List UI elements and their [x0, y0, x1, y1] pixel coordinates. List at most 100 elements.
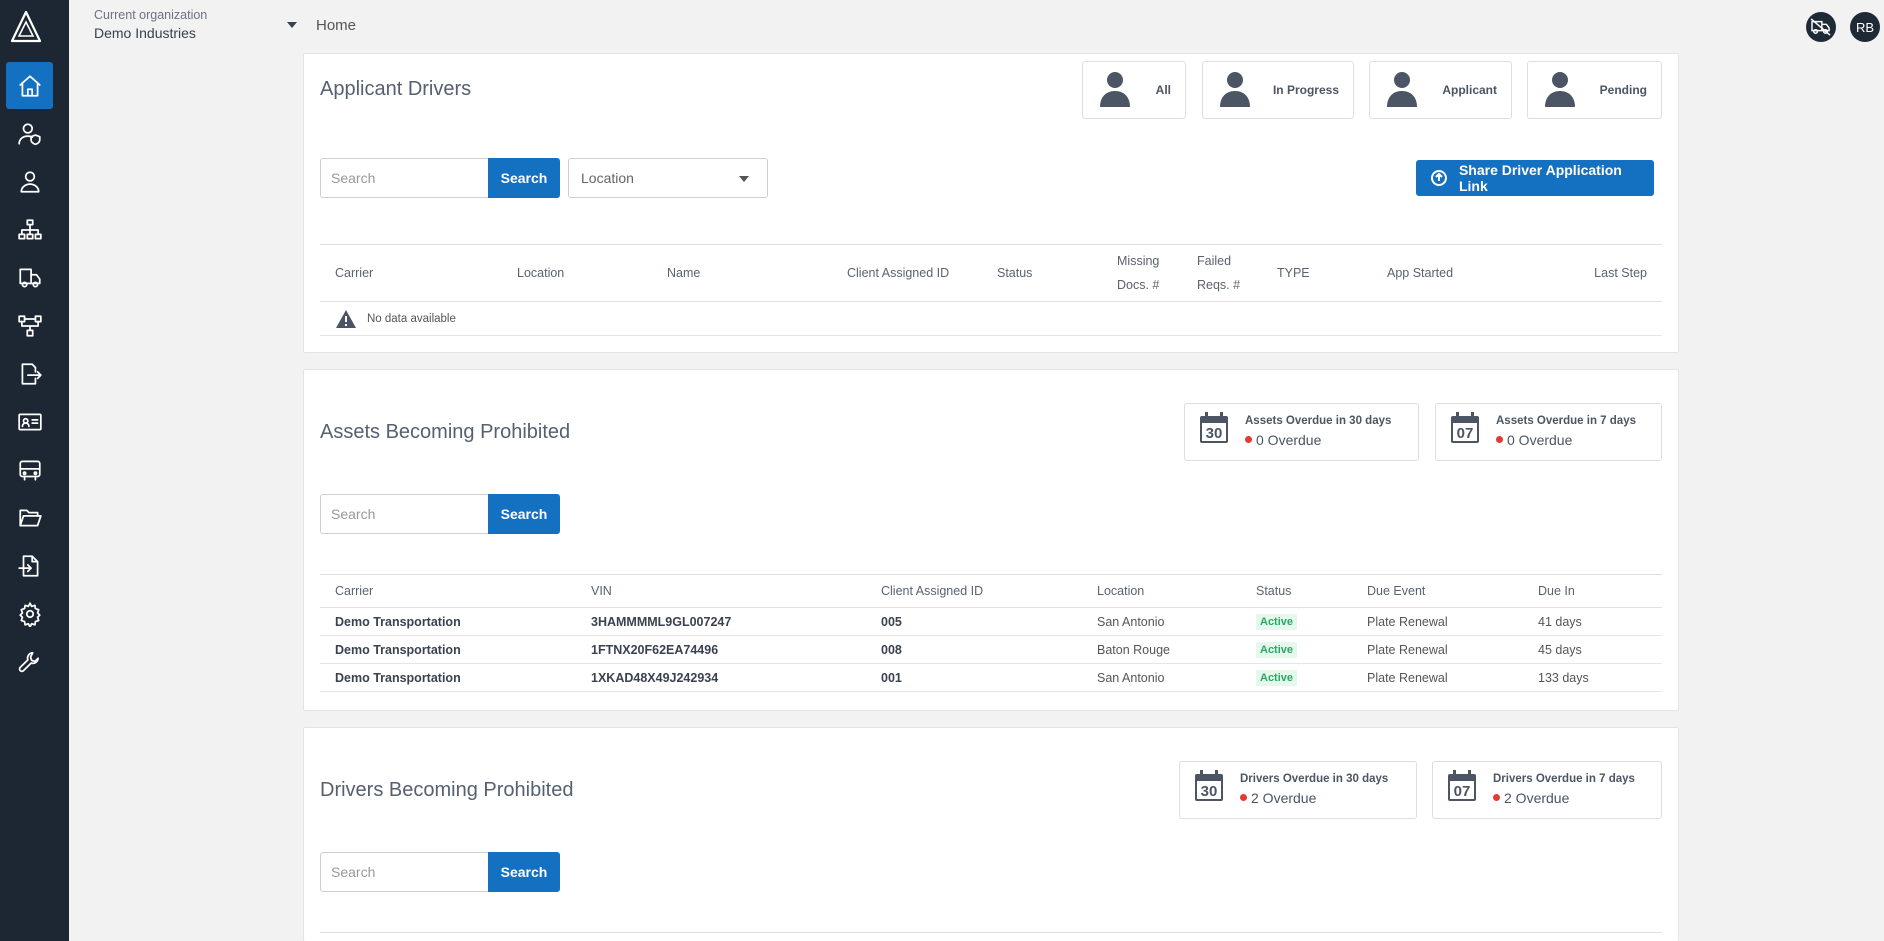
- table-row[interactable]: Demo Transportation 1FTNX20F62EA74496 00…: [320, 635, 1662, 664]
- drivers-search-button[interactable]: Search: [488, 852, 560, 892]
- column-header[interactable]: App Started: [1372, 244, 1522, 302]
- sidebar-item-id-card[interactable]: [6, 398, 53, 445]
- column-header[interactable]: Due Event: [1352, 574, 1523, 608]
- filter-label: In Progress: [1272, 83, 1339, 97]
- user-shield-icon: [17, 122, 41, 145]
- calendar-number: 30: [1206, 425, 1223, 442]
- cell-carrier: Demo Transportation: [320, 607, 576, 636]
- sidebar-item-bus[interactable]: [6, 446, 53, 493]
- truck-icon: [18, 267, 41, 288]
- status-dot: [1240, 793, 1247, 801]
- sidebar-item-org-chart[interactable]: [6, 206, 53, 253]
- overdue-count: 0 Overdue: [1245, 432, 1321, 448]
- sidebar-item-file-export[interactable]: [6, 350, 53, 397]
- column-header[interactable]: Client Assigned ID: [866, 574, 1082, 608]
- cell-due-event: Plate Renewal: [1352, 607, 1523, 636]
- folder-open-icon: [18, 509, 42, 526]
- assets-overdue-30-card[interactable]: 30 Assets Overdue in 30 days 0 Overdue: [1184, 403, 1419, 461]
- home-icon: [18, 74, 41, 97]
- warning-icon: [336, 309, 356, 328]
- cell-location: San Antonio: [1082, 663, 1241, 692]
- overdue-count: 0 Overdue: [1496, 432, 1572, 448]
- filter-in-progress[interactable]: In Progress: [1202, 61, 1354, 119]
- drivers-overdue-7-card[interactable]: 07 Drivers Overdue in 7 days 2 Overdue: [1432, 761, 1662, 819]
- column-header[interactable]: Due In: [1523, 574, 1662, 608]
- calendar-number: 30: [1201, 783, 1218, 800]
- chevron-down-icon[interactable]: [287, 22, 297, 28]
- filter-pending[interactable]: Pending: [1527, 61, 1662, 119]
- location-select-value: Location: [581, 170, 634, 186]
- overdue-count-text: 0 Overdue: [1507, 432, 1573, 448]
- column-header[interactable]: Failed Reqs. #: [1182, 244, 1262, 302]
- filter-applicant[interactable]: Applicant: [1369, 61, 1512, 119]
- file-export-icon: [21, 362, 42, 385]
- cell-due-in: 133 days: [1523, 663, 1662, 692]
- assets-overdue-7-card[interactable]: 07 Assets Overdue in 7 days 0 Overdue: [1435, 403, 1662, 461]
- sidebar-item-settings[interactable]: [6, 590, 53, 637]
- sidebar-item-tools[interactable]: [6, 638, 53, 685]
- applicant-drivers-title: Applicant Drivers: [320, 78, 472, 100]
- user-icon: [1545, 72, 1575, 107]
- column-header[interactable]: Client Assigned ID: [832, 244, 982, 302]
- app-logo-icon[interactable]: [9, 9, 43, 45]
- sidebar: [0, 0, 69, 941]
- id-card-icon: [17, 413, 42, 430]
- column-header[interactable]: Status: [982, 244, 1102, 302]
- cell-location: Baton Rouge: [1082, 635, 1241, 664]
- column-header[interactable]: Missing Docs. #: [1102, 244, 1182, 302]
- column-header[interactable]: Status: [1241, 574, 1352, 608]
- filter-label: All: [1155, 83, 1171, 97]
- avatar[interactable]: RB: [1850, 12, 1880, 42]
- calendar-icon: 07: [1451, 412, 1479, 443]
- assets-search-input[interactable]: Search: [320, 494, 488, 534]
- cell-due-in: 41 days: [1523, 607, 1662, 636]
- assets-prohibited-card: Assets Becoming Prohibited 30 Assets Ove…: [303, 369, 1679, 711]
- column-header[interactable]: Location: [502, 244, 652, 302]
- drivers-overdue-30-card[interactable]: 30 Drivers Overdue in 30 days 2 Overdue: [1179, 761, 1417, 819]
- assets-table: Carrier VIN Client Assigned ID Location …: [320, 574, 1662, 692]
- share-driver-application-link-button[interactable]: Share Driver Application Link: [1416, 160, 1654, 196]
- share-button-label: Share Driver Application Link: [1458, 162, 1622, 194]
- cell-carrier: Demo Transportation: [320, 663, 576, 692]
- cell-client-id: 005: [866, 607, 1082, 636]
- sidebar-item-users[interactable]: [6, 158, 53, 205]
- network-icon: [17, 314, 42, 337]
- sidebar-item-home[interactable]: [6, 62, 53, 109]
- cell-status: Active: [1241, 607, 1352, 636]
- table-row[interactable]: Demo Transportation 3HAMMMML9GL007247 00…: [320, 607, 1662, 636]
- sidebar-item-file-import[interactable]: [6, 542, 53, 589]
- assets-search-button[interactable]: Search: [488, 494, 560, 534]
- filter-label: Pending: [1599, 83, 1647, 97]
- table-row[interactable]: Demo Transportation 1XKAD48X49J242934 00…: [320, 663, 1662, 692]
- filter-all[interactable]: All: [1082, 61, 1186, 119]
- column-header[interactable]: TYPE: [1262, 244, 1372, 302]
- breadcrumb[interactable]: Home: [316, 17, 356, 34]
- cell-due-in: 45 days: [1523, 635, 1662, 664]
- truck-status-icon[interactable]: [1806, 12, 1836, 42]
- org-label: Current organization: [94, 8, 208, 22]
- drivers-search-input[interactable]: Search: [320, 852, 488, 892]
- sidebar-item-network[interactable]: [6, 302, 53, 349]
- sidebar-item-trucks[interactable]: [6, 254, 53, 301]
- column-header-line: Missing: [1117, 254, 1160, 268]
- bus-icon: [18, 459, 41, 481]
- applicant-search-button[interactable]: Search: [488, 158, 560, 198]
- cell-vin: 3HAMMMML9GL007247: [576, 607, 866, 636]
- applicant-search-input[interactable]: Search: [320, 158, 488, 198]
- gear-icon: [18, 601, 41, 627]
- column-header[interactable]: Carrier: [320, 574, 576, 608]
- org-selector[interactable]: Demo Industries: [94, 25, 196, 41]
- column-header[interactable]: Last Step: [1522, 244, 1662, 302]
- column-header[interactable]: Carrier: [320, 244, 502, 302]
- column-header[interactable]: VIN: [576, 574, 866, 608]
- sidebar-item-folders[interactable]: [6, 494, 53, 541]
- column-header[interactable]: Location: [1082, 574, 1241, 608]
- status-badge: Active: [1256, 641, 1298, 658]
- top-bar: Current organization Demo Industries Hom…: [69, 0, 1884, 53]
- sidebar-item-user-shield[interactable]: [6, 110, 53, 157]
- column-header[interactable]: Name: [652, 244, 832, 302]
- column-header-line: Failed: [1197, 254, 1232, 268]
- table-divider: [320, 932, 1662, 933]
- overdue-count-text: 2 Overdue: [1251, 790, 1317, 806]
- location-select[interactable]: Location: [568, 158, 768, 198]
